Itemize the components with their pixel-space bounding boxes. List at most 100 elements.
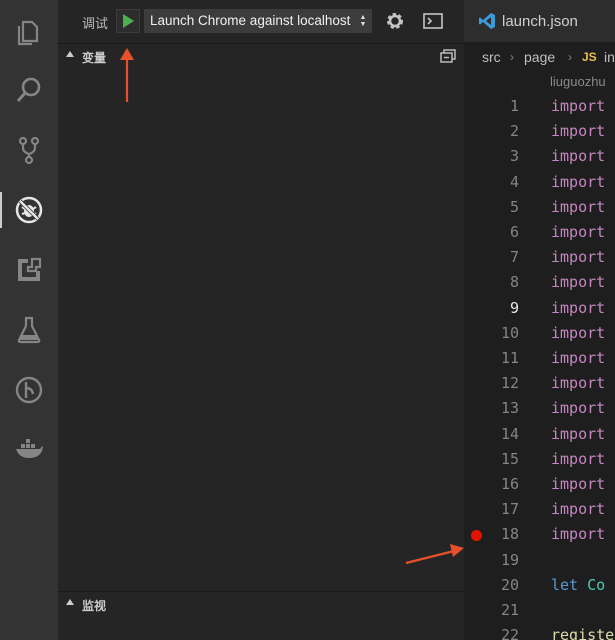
code-line[interactable]: 20 let Co bbox=[464, 573, 615, 598]
code-line[interactable]: 14 import bbox=[464, 422, 615, 447]
line-number: 6 bbox=[509, 223, 519, 241]
breadcrumb-item-page[interactable]: page bbox=[524, 49, 555, 65]
test-button[interactable] bbox=[0, 302, 58, 358]
gear-icon[interactable] bbox=[384, 10, 406, 32]
code-line[interactable]: 13 import bbox=[464, 396, 615, 421]
code-text: import bbox=[551, 374, 606, 393]
identifier: Co bbox=[587, 575, 606, 594]
watch-label: 监视 bbox=[82, 599, 107, 613]
line-number: 11 bbox=[500, 349, 519, 367]
code-text: import bbox=[551, 223, 606, 241]
play-icon bbox=[123, 14, 134, 28]
code-line[interactable]: 15 import bbox=[464, 447, 615, 472]
line-number: 17 bbox=[500, 500, 519, 519]
line-number: 3 bbox=[509, 147, 519, 166]
editor-tab-bar: launch.json bbox=[464, 0, 615, 42]
line-number: 18 bbox=[500, 525, 519, 544]
explorer-button[interactable] bbox=[0, 4, 58, 60]
line-number: 8 bbox=[509, 273, 519, 292]
line-number: 2 bbox=[509, 122, 519, 141]
code-line[interactable]: 3 import bbox=[464, 144, 615, 169]
source-control-button[interactable] bbox=[0, 122, 58, 178]
code-line[interactable]: 9 import bbox=[464, 296, 615, 321]
code-line[interactable]: 18 import bbox=[464, 522, 615, 547]
code-editor[interactable]: liuguozhu 1 import 2 import 3 import 4 import 5 i… bbox=[464, 72, 615, 640]
js-file-icon: JS bbox=[582, 50, 597, 64]
code-text: let Co bbox=[551, 576, 605, 594]
git-lens-button[interactable] bbox=[0, 362, 58, 418]
flask-icon bbox=[17, 316, 41, 344]
line-number: 4 bbox=[509, 172, 519, 191]
tab-launch-json[interactable]: launch.json bbox=[464, 0, 615, 42]
code-line[interactable]: 12 import bbox=[464, 371, 615, 396]
code-text: import bbox=[551, 424, 606, 443]
debug-title: 调试 bbox=[82, 16, 109, 31]
line-number: 12 bbox=[500, 374, 519, 393]
variables-section-header[interactable]: 变量 bbox=[58, 43, 464, 68]
code-line[interactable]: 8 import bbox=[464, 270, 615, 295]
code-line[interactable]: 4 import bbox=[464, 170, 615, 195]
line-number: 1 bbox=[509, 97, 519, 115]
code-line[interactable]: 21 bbox=[464, 598, 615, 623]
code-text: import bbox=[551, 248, 606, 267]
collapse-all-icon[interactable] bbox=[440, 49, 456, 63]
code-text: import bbox=[551, 525, 606, 544]
expanded-triangle-icon bbox=[66, 51, 74, 57]
code-line[interactable]: 17 import bbox=[464, 497, 615, 522]
chevron-right-icon: › bbox=[510, 50, 514, 64]
code-text: import bbox=[551, 147, 606, 166]
terminal-icon[interactable] bbox=[422, 11, 444, 31]
files-icon bbox=[17, 20, 39, 46]
breadcrumb-item-file[interactable]: in bbox=[604, 49, 615, 65]
code-text: import bbox=[551, 97, 606, 115]
search-button[interactable] bbox=[0, 62, 58, 118]
activity-bar bbox=[0, 0, 58, 640]
line-number: 9 bbox=[509, 298, 519, 317]
extensions-icon bbox=[18, 257, 42, 281]
code-text: registe bbox=[551, 626, 615, 640]
git-blame-annotation: liuguozhu bbox=[550, 74, 606, 89]
debug-button[interactable] bbox=[0, 182, 58, 238]
debug-configuration-select[interactable]: Launch Chrome against localhost ▲ ▼ bbox=[144, 9, 372, 33]
variables-label: 变量 bbox=[82, 51, 107, 65]
tab-label: launch.json bbox=[502, 13, 578, 30]
code-line[interactable]: 22 registe bbox=[464, 623, 615, 640]
code-line[interactable]: 7 import bbox=[464, 245, 615, 270]
code-text: import bbox=[551, 349, 606, 367]
debug-panel: 调试 Launch Chrome against localhost ▲ ▼ 变量 bbox=[58, 0, 464, 640]
code-text: import bbox=[551, 273, 606, 292]
breadcrumb-item-src[interactable]: src bbox=[482, 49, 501, 65]
code-text: import bbox=[551, 399, 606, 418]
code-line[interactable]: 19 bbox=[464, 548, 615, 573]
code-line[interactable]: 5 import bbox=[464, 195, 615, 220]
keyword-let: let bbox=[551, 575, 579, 594]
start-debugging-button[interactable] bbox=[116, 9, 140, 33]
line-number: 13 bbox=[500, 399, 519, 418]
line-number: 15 bbox=[500, 449, 519, 468]
line-number: 16 bbox=[500, 475, 519, 493]
line-number: 5 bbox=[509, 197, 519, 216]
code-line[interactable]: 2 import bbox=[464, 119, 615, 144]
debug-configuration-label: Launch Chrome against localhost bbox=[150, 13, 351, 28]
line-number: 7 bbox=[509, 248, 519, 267]
expanded-triangle-icon bbox=[66, 599, 74, 605]
code-text: import bbox=[551, 500, 606, 519]
code-line[interactable]: 6 import bbox=[464, 220, 615, 245]
vscode-logo-icon bbox=[479, 13, 495, 29]
docker-whale-icon bbox=[16, 439, 43, 458]
line-number: 20 bbox=[500, 575, 519, 594]
watch-section-header[interactable]: 监视 bbox=[58, 591, 464, 617]
code-line[interactable]: 1 import bbox=[464, 94, 615, 119]
git-branch-icon bbox=[18, 136, 40, 165]
docker-button[interactable] bbox=[0, 422, 58, 478]
line-number: 19 bbox=[500, 550, 519, 569]
code-text: import bbox=[551, 197, 606, 216]
code-line[interactable]: 11 import bbox=[464, 346, 615, 371]
code-line[interactable]: 10 import bbox=[464, 321, 615, 346]
code-line[interactable]: 16 import bbox=[464, 472, 615, 497]
code-text: import bbox=[551, 323, 606, 342]
debug-toolbar: 调试 Launch Chrome against localhost ▲ ▼ bbox=[58, 0, 464, 42]
extensions-button[interactable] bbox=[0, 242, 58, 298]
line-number: 14 bbox=[500, 424, 519, 443]
line-number: 10 bbox=[500, 323, 519, 342]
